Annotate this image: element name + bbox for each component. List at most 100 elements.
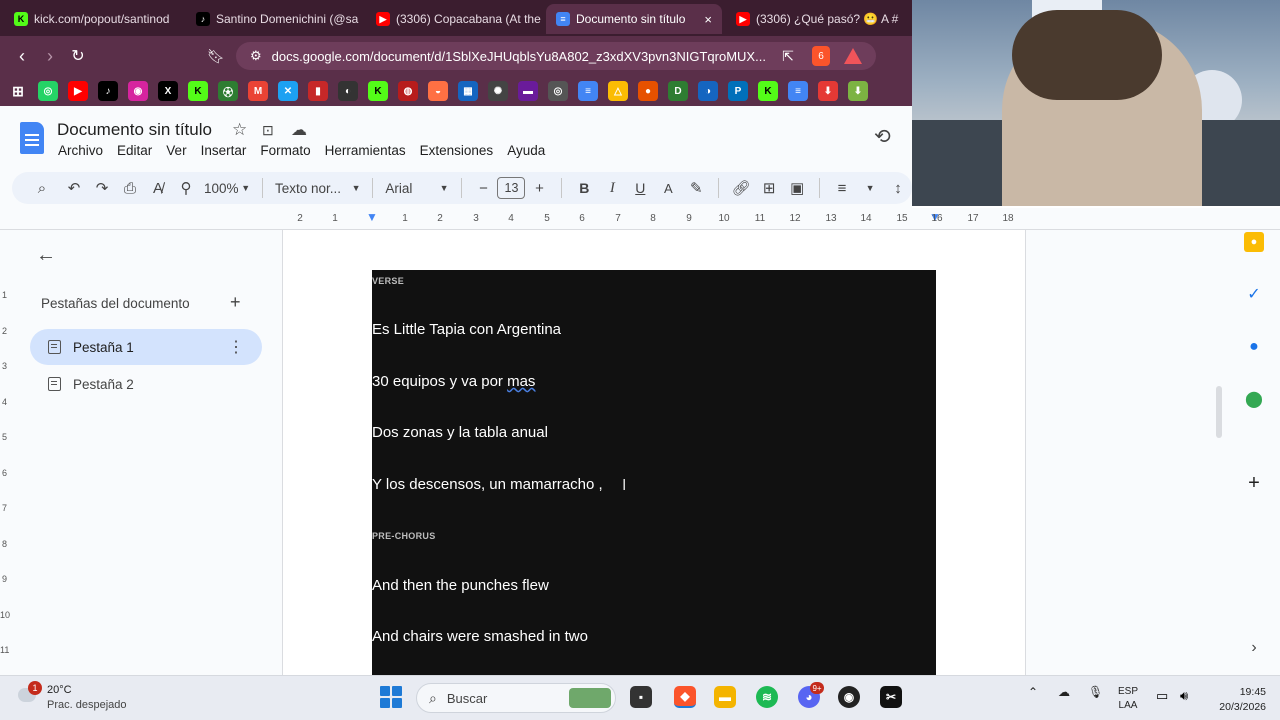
chevron-down-icon[interactable]: ▼ bbox=[856, 174, 884, 202]
undo-icon[interactable]: ↶ bbox=[60, 174, 88, 202]
star-icon[interactable]: ☆ bbox=[232, 120, 247, 140]
onedrive-icon[interactable]: ☁︎ bbox=[1058, 685, 1070, 699]
search-menus-icon[interactable]: ⌕ bbox=[28, 174, 56, 202]
weather-description[interactable]: Prac. despejado bbox=[47, 699, 127, 711]
bold-icon[interactable]: B bbox=[570, 174, 598, 202]
input-language[interactable]: ESP LAA bbox=[1118, 685, 1138, 713]
reload-icon[interactable]: ↻ bbox=[64, 42, 92, 70]
document-title[interactable]: Documento sin título bbox=[57, 120, 212, 140]
download-icon[interactable]: ⬇ bbox=[818, 81, 838, 101]
back-icon[interactable]: ‹ bbox=[8, 42, 36, 70]
menu-archivo[interactable]: Archivo bbox=[58, 143, 103, 158]
menu-editar[interactable]: Editar bbox=[117, 143, 152, 158]
brave-shield-icon[interactable]: 6 bbox=[812, 46, 830, 66]
more-options-icon[interactable]: ⋮ bbox=[228, 337, 244, 357]
paint-format-icon[interactable]: ⚲ bbox=[172, 174, 200, 202]
zoom-select[interactable]: 100% ▼ bbox=[200, 174, 254, 202]
misspelled-word[interactable]: mas bbox=[507, 373, 535, 390]
paypal-icon[interactable]: P bbox=[728, 81, 748, 101]
site-settings-icon[interactable]: ⚙︎ bbox=[250, 48, 262, 64]
horizontal-ruler[interactable]: 2 1 ▼ 1 2 3 4 5 6 7 8 9 10 11 12 13 14 1… bbox=[0, 208, 1280, 230]
move-folder-icon[interactable]: ⊡ bbox=[262, 122, 274, 139]
lyric-line[interactable]: Dos zonas y la tabla anual bbox=[372, 424, 548, 441]
tiktok-icon[interactable]: ♪ bbox=[98, 81, 118, 101]
vertical-scrollbar[interactable] bbox=[1216, 386, 1222, 438]
bookmark-icon[interactable]: ✕ bbox=[278, 81, 298, 101]
redo-icon[interactable]: ↷ bbox=[88, 174, 116, 202]
twitch-icon[interactable]: ▬ bbox=[518, 81, 538, 101]
chatgpt-icon[interactable]: ✺ bbox=[488, 81, 508, 101]
lyric-line[interactable]: Y los descensos, un mamarracho , bbox=[372, 476, 603, 493]
file-explorer-icon[interactable]: ▬ bbox=[714, 686, 736, 708]
print-icon[interactable]: ⎙ bbox=[116, 174, 144, 202]
weather-temperature[interactable]: 20°C bbox=[47, 684, 72, 696]
expand-panel-icon[interactable]: › bbox=[1244, 638, 1264, 658]
add-tab-icon[interactable]: + bbox=[230, 292, 241, 313]
bookmark-icon[interactable]: ⬇ bbox=[848, 81, 868, 101]
bookmark-icon[interactable]: ● bbox=[638, 81, 658, 101]
browser-tab[interactable]: ▶ (3306) ¿Qué pasó? 😬 A # bbox=[726, 4, 906, 34]
line-spacing-icon[interactable]: ↕ bbox=[884, 174, 912, 202]
x-icon[interactable]: X bbox=[158, 81, 178, 101]
windows-start-icon[interactable] bbox=[380, 686, 402, 708]
menu-insertar[interactable]: Insertar bbox=[201, 143, 247, 158]
paragraph-style-select[interactable]: Texto nor... ▼ bbox=[271, 174, 364, 202]
network-icon[interactable]: ▭ bbox=[1156, 688, 1168, 704]
link-icon[interactable]: 🔗︎ bbox=[727, 174, 755, 202]
docs-icon[interactable]: ≡ bbox=[788, 81, 808, 101]
docs-logo-icon[interactable] bbox=[20, 122, 44, 154]
align-icon[interactable]: ≡ bbox=[828, 174, 856, 202]
apps-grid-icon[interactable]: ⊞ bbox=[8, 81, 28, 101]
close-tab-icon[interactable]: × bbox=[704, 12, 712, 27]
bookmark-icon[interactable]: ◒ bbox=[428, 81, 448, 101]
stats-icon[interactable]: ▮ bbox=[308, 81, 328, 101]
tasks-icon[interactable]: ✓ bbox=[1244, 284, 1264, 304]
capcut-icon[interactable]: ✂ bbox=[880, 686, 902, 708]
lyric-line[interactable]: And then the punches flew bbox=[372, 577, 549, 594]
microphone-icon[interactable]: 🎙︎ bbox=[1088, 685, 1103, 699]
bookmark-icon[interactable]: 🔖︎ bbox=[202, 42, 230, 70]
gmail-icon[interactable]: M bbox=[248, 81, 268, 101]
menu-ver[interactable]: Ver bbox=[166, 143, 186, 158]
taskbar-search[interactable]: ⌕ Buscar bbox=[416, 683, 616, 713]
whatsapp-icon[interactable]: ◎ bbox=[38, 81, 58, 101]
bookmark-icon[interactable]: ◎ bbox=[548, 81, 568, 101]
font-family-select[interactable]: Arial ▼ bbox=[381, 174, 452, 202]
menu-ayuda[interactable]: Ayuda bbox=[507, 143, 545, 158]
forward-icon[interactable]: › bbox=[36, 42, 64, 70]
add-addon-icon[interactable]: + bbox=[1244, 472, 1264, 494]
text-color-icon[interactable]: A bbox=[654, 174, 682, 202]
browser-tab[interactable]: K kick.com/popout/santinod bbox=[4, 4, 184, 34]
highlight-icon[interactable]: ✎ bbox=[682, 174, 710, 202]
indent-marker-icon[interactable]: ▼ bbox=[366, 210, 378, 224]
document-tab-1[interactable]: Pestaña 1 ⋮ bbox=[30, 329, 262, 365]
brave-rewards-icon[interactable] bbox=[844, 48, 862, 64]
decrease-font-size-icon[interactable]: − bbox=[469, 174, 497, 202]
maps-icon[interactable]: ⬤ bbox=[1244, 389, 1264, 409]
menu-herramientas[interactable]: Herramientas bbox=[325, 143, 406, 158]
contacts-icon[interactable]: ● bbox=[1244, 337, 1264, 357]
bookmark-icon[interactable]: ◑ bbox=[698, 81, 718, 101]
volume-icon[interactable]: 🔊︎ bbox=[1180, 688, 1188, 704]
lyric-line[interactable]: Es Little Tapia con Argentina bbox=[372, 321, 561, 338]
bookmark-icon[interactable]: D bbox=[668, 81, 688, 101]
github-icon[interactable]: ◐ bbox=[338, 81, 358, 101]
taskbar-clock[interactable]: 19:45 20/3/2026 bbox=[1206, 685, 1266, 715]
kick-icon[interactable]: K bbox=[758, 81, 778, 101]
soccer-icon[interactable]: ⚽︎ bbox=[218, 81, 238, 101]
bookmark-icon[interactable]: ◍ bbox=[398, 81, 418, 101]
kick-icon[interactable]: K bbox=[368, 81, 388, 101]
browser-tab[interactable]: ▶ (3306) Copacabana (At the bbox=[366, 4, 546, 34]
share-icon[interactable]: ⇱ bbox=[774, 42, 802, 70]
menu-formato[interactable]: Formato bbox=[260, 143, 310, 158]
underline-icon[interactable]: U bbox=[626, 174, 654, 202]
drive-icon[interactable]: △ bbox=[608, 81, 628, 101]
increase-font-size-icon[interactable]: + bbox=[525, 174, 553, 202]
document-tab-2[interactable]: Pestaña 2 bbox=[30, 366, 262, 402]
brave-browser-icon[interactable]: ◆ bbox=[674, 686, 696, 708]
menu-extensiones[interactable]: Extensiones bbox=[420, 143, 494, 158]
spellcheck-icon[interactable]: A̸ bbox=[144, 174, 172, 202]
comment-icon[interactable]: ⊞ bbox=[755, 174, 783, 202]
instagram-icon[interactable]: ◉ bbox=[128, 81, 148, 101]
image-icon[interactable]: ▣ bbox=[783, 174, 811, 202]
